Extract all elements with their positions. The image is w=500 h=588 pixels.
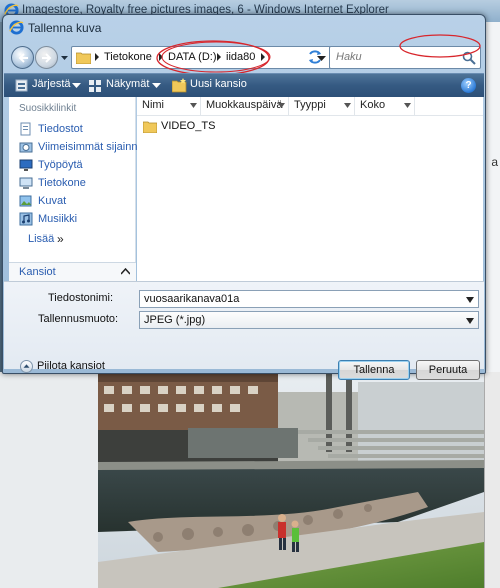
save-image-dialog: Tallenna kuva Tietokone DATA (D:) iida80… xyxy=(2,14,486,380)
recent-places-icon xyxy=(19,142,33,153)
chevron-down-icon xyxy=(344,103,351,108)
filename-label: Tiedostonimi: xyxy=(48,292,114,304)
filename-value: vuosaarikanava01a xyxy=(144,293,240,305)
sidebar-item-documents[interactable]: Tiedostot xyxy=(19,121,134,138)
breadcrumb-computer[interactable]: Tietokone xyxy=(104,51,152,63)
filetype-label: Tallennusmuoto: xyxy=(38,313,119,325)
sidebar-item-computer[interactable]: Tietokone xyxy=(19,175,134,192)
search-placeholder: Haku xyxy=(336,51,362,63)
background-page-edge: a xyxy=(484,22,500,382)
sidebar-item-desktop[interactable]: Työpöytä xyxy=(19,157,134,174)
breadcrumb-arrow-icon[interactable] xyxy=(94,52,101,62)
new-folder-icon xyxy=(172,78,187,93)
chevron-up-icon xyxy=(121,268,130,275)
command-toolbar: Järjestä Näkymät Uusi kansio ? xyxy=(4,73,484,97)
favorite-links-header: Suosikkilinkit xyxy=(19,103,77,114)
sidebar-item-pictures[interactable]: Kuvat xyxy=(19,193,134,210)
sidebar-item-label: Musiikki xyxy=(38,213,78,225)
navigation-pane: Suosikkilinkit Tiedostot Viimeisimmät si… xyxy=(9,97,143,279)
background-scrollbar[interactable] xyxy=(484,372,500,588)
sidebar-more-link[interactable]: Lisää » xyxy=(28,231,108,248)
column-header-label: Tyyppi xyxy=(294,99,326,111)
filetype-select[interactable]: JPEG (*.jpg) xyxy=(139,311,479,329)
navigation-bar: Tietokone DATA (D:) iida80 Haku xyxy=(9,34,481,76)
column-header-type[interactable]: Tyyppi xyxy=(289,97,355,115)
desktop-icon xyxy=(19,159,33,171)
file-list: Nimi Muokkauspäivä Tyyppi Koko VIDEO_TS xyxy=(137,97,483,281)
column-header-name[interactable]: Nimi xyxy=(137,97,201,115)
back-button[interactable] xyxy=(11,46,34,69)
breadcrumb-arrow-icon[interactable] xyxy=(158,52,165,62)
column-header-label: Koko xyxy=(360,99,386,111)
internet-explorer-icon xyxy=(9,20,24,35)
column-header-label: Muokkauspäivä xyxy=(206,99,283,111)
cancel-button[interactable]: Peruuta xyxy=(416,360,480,380)
breadcrumb-current-folder[interactable]: iida80 xyxy=(226,51,255,63)
sidebar-item-label: Viimeisimmät sijainnit xyxy=(38,141,143,153)
save-button[interactable]: Tallenna xyxy=(338,360,410,380)
chevron-down-icon xyxy=(152,83,161,88)
file-name: VIDEO_TS xyxy=(161,120,216,132)
hide-folders-label: Piilota kansiot xyxy=(37,360,105,372)
sidebar-item-music[interactable]: Musiikki xyxy=(19,211,134,228)
search-icon[interactable] xyxy=(462,51,476,65)
column-header-label: Nimi xyxy=(142,99,164,111)
refresh-icon[interactable] xyxy=(305,47,325,67)
sidebar-item-label: Kuvat xyxy=(38,195,67,207)
background-page-text: a xyxy=(491,155,498,169)
column-header-divider xyxy=(137,115,483,116)
breadcrumb-arrow-icon[interactable] xyxy=(216,52,223,62)
list-item[interactable]: VIDEO_TS xyxy=(143,119,263,135)
sidebar-item-recent-places[interactable]: Viimeisimmät sijainnit xyxy=(19,139,143,156)
sidebar-item-label: Tiedostot xyxy=(38,123,83,135)
sidebar-more-label: Lisää xyxy=(28,233,55,245)
folders-toggle[interactable]: Kansiot xyxy=(9,263,136,281)
dialog-titlebar[interactable]: Tallenna kuva xyxy=(3,15,485,41)
organize-icon xyxy=(15,79,28,92)
filetype-value: JPEG (*.jpg) xyxy=(144,314,206,326)
chevron-down-icon xyxy=(278,103,285,108)
documents-icon xyxy=(20,122,31,136)
arrow-left-icon xyxy=(18,53,28,63)
chevron-down-icon xyxy=(190,103,197,108)
background-page-margin xyxy=(0,372,98,588)
save-form: Tiedostonimi: vuosaarikanava01a Tallennu… xyxy=(4,281,484,380)
recent-pages-dropdown-icon[interactable] xyxy=(60,53,69,62)
arrow-right-icon xyxy=(42,53,52,63)
views-menu[interactable]: Näkymät xyxy=(106,78,149,90)
computer-icon xyxy=(19,177,33,189)
search-field[interactable]: Haku xyxy=(329,46,481,69)
chevron-down-icon xyxy=(404,103,411,108)
breadcrumb-arrow-icon[interactable] xyxy=(260,52,267,62)
breadcrumb-drive[interactable]: DATA (D:) xyxy=(168,51,216,63)
address-bar[interactable]: Tietokone DATA (D:) iida80 xyxy=(71,46,331,69)
folders-label: Kansiot xyxy=(19,266,56,278)
forward-button[interactable] xyxy=(35,46,58,69)
folder-icon xyxy=(76,52,91,64)
chevron-down-icon xyxy=(72,83,81,88)
column-header-size[interactable]: Koko xyxy=(355,97,415,115)
double-chevron-right-icon: » xyxy=(57,232,64,246)
organize-menu[interactable]: Järjestä xyxy=(32,78,71,90)
column-header-modified[interactable]: Muokkauspäivä xyxy=(201,97,289,115)
views-icon xyxy=(89,80,101,92)
chevron-down-icon xyxy=(466,318,474,324)
chevron-down-icon[interactable] xyxy=(466,297,474,303)
chevron-up-icon xyxy=(20,360,33,373)
pictures-icon xyxy=(19,195,32,207)
filename-field[interactable]: vuosaarikanava01a xyxy=(139,290,479,308)
new-folder-button[interactable]: Uusi kansio xyxy=(190,78,247,90)
background-photo xyxy=(98,372,484,588)
sidebar-item-label: Tietokone xyxy=(38,177,86,189)
sidebar-item-label: Työpöytä xyxy=(38,159,83,171)
music-icon xyxy=(19,212,33,226)
folder-icon xyxy=(143,121,157,133)
dialog-title: Tallenna kuva xyxy=(28,21,102,35)
help-icon[interactable]: ? xyxy=(461,78,476,93)
